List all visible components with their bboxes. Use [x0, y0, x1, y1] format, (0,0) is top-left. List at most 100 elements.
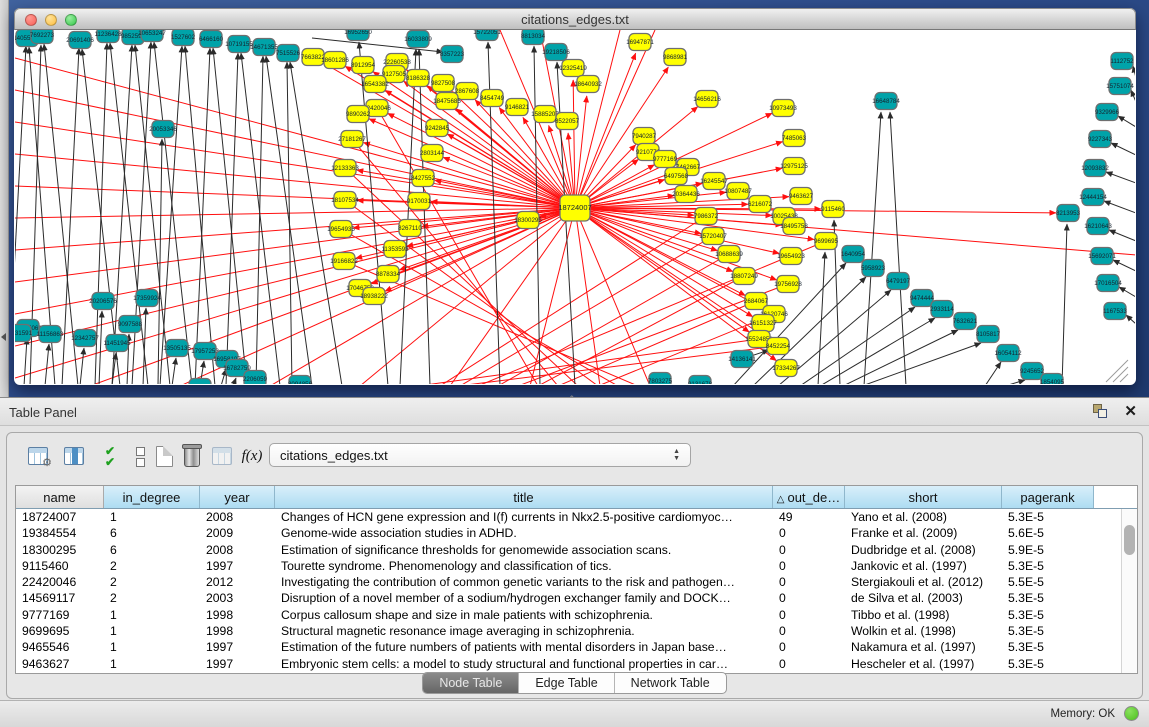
table-row[interactable]: 1830029562008Estimation of significance … [16, 542, 1121, 558]
column-chooser-icon[interactable] [61, 444, 87, 470]
graph-node-label: 15720407 [699, 233, 727, 240]
graph-node-label: 9777169 [653, 156, 678, 163]
table-cell: 1 [104, 509, 200, 525]
graph-node-label: 15751074 [1106, 83, 1134, 90]
column-header-indegree[interactable]: in_degree [104, 486, 200, 508]
import-table-icon [209, 444, 235, 470]
memory-status-label: Memory: OK [1050, 708, 1115, 720]
graph-node-label: 15692071 [1088, 253, 1116, 260]
table-row[interactable]: 977716911998Corpus callosum shape and si… [16, 607, 1121, 623]
tab-edge-table[interactable]: Edge Table [519, 673, 614, 693]
float-panel-icon[interactable] [1093, 404, 1109, 419]
table-panel-body: ⚙ ✔✔ f(x) citations_edges.txt ▲▼ namein_… [6, 432, 1143, 699]
network-desktop: citations_edges.txt 76638221860128689129… [0, 0, 1149, 397]
graph-node-label: 12325419 [559, 65, 587, 72]
table-row[interactable]: 1938455462009Genome-wide association stu… [16, 525, 1121, 541]
graph-node-label: 16245547 [700, 178, 728, 185]
delete-table-icon[interactable] [179, 444, 205, 470]
close-panel-icon[interactable]: ✕ [1124, 402, 1137, 420]
table-cell: 18724007 [16, 509, 104, 525]
graph-node-label: 12133363 [331, 165, 359, 172]
table-header-row: namein_degreeyeartitle△out_de…shortpager… [16, 486, 1137, 509]
column-header-outde[interactable]: △out_de… [773, 486, 845, 508]
window-title: citations_edges.txt [15, 12, 1135, 27]
graph-node-label: 18640932 [574, 81, 602, 88]
table-cell: Dudbridge et al. (2008) [845, 542, 1002, 558]
graph-node-label: 9127505 [382, 71, 407, 78]
table-cell: 2 [104, 558, 200, 574]
graph-node-label: 8878334 [376, 271, 401, 278]
graph-node-label: 3931591 [15, 330, 33, 337]
validate-columns-icon[interactable]: ✔✔ [97, 444, 123, 470]
scrollbar-thumb[interactable] [1124, 525, 1135, 555]
function-builder-icon[interactable]: f(x) [239, 444, 265, 470]
graph-node-label: 9699695 [814, 238, 839, 245]
table-row[interactable]: 1456911722003Disruption of a novel membe… [16, 590, 1121, 606]
graph-node-label: 10807487 [724, 188, 752, 195]
column-header-title[interactable]: title [275, 486, 773, 508]
table-cell: 2008 [200, 542, 275, 558]
graph-node-label: 18938222 [360, 293, 388, 300]
column-header-year[interactable]: year [200, 486, 275, 508]
table-row[interactable]: 969969511998Structural magnetic resonanc… [16, 623, 1121, 639]
table-cell: 19384554 [16, 525, 104, 541]
panel-collapse-arrow[interactable] [1, 333, 6, 341]
table-cell: Stergiakouli et al. (2012) [845, 574, 1002, 590]
graph-node-label: 8094856 [288, 381, 313, 384]
graph-node-label: 1112752 [1110, 58, 1134, 65]
table-cell: 1 [104, 639, 200, 655]
graph-node-label: 10719155 [225, 41, 253, 48]
graph-node-label: 16210643 [1084, 223, 1112, 230]
window-titlebar[interactable]: citations_edges.txt [14, 8, 1136, 30]
graph-node-label: 18300295 [514, 217, 542, 224]
graph-node-label: 18724007 [558, 203, 591, 212]
table-cell: 22420046 [16, 574, 104, 590]
table-scrollbar[interactable] [1121, 509, 1137, 673]
table-cell: 2008 [200, 509, 275, 525]
graph-node-label: 13505135 [163, 345, 191, 352]
column-header-name[interactable]: name [16, 486, 104, 508]
graph-node-label: 17016504 [1094, 280, 1122, 287]
graph-node-label: 8357223 [440, 51, 465, 58]
graph-node-label: 16947871 [626, 39, 654, 46]
new-table-icon[interactable] [151, 444, 177, 470]
table-row[interactable]: 1872400712008Changes of HCN gene express… [16, 509, 1121, 525]
tab-network-table[interactable]: Network Table [615, 673, 726, 693]
table-cell: 5.3E-5 [1002, 639, 1094, 655]
graph-node-label: 10688639 [715, 251, 743, 258]
table-panel-header: ⌃ Table Panel ✕ [0, 398, 1149, 426]
table-row[interactable]: 2242004622012Investigating the contribut… [16, 574, 1121, 590]
table-cell: Wolkin et al. (1998) [845, 623, 1002, 639]
table-select-dropdown[interactable]: citations_edges.txt ▲▼ [269, 443, 691, 467]
graph-node-label: 6479197 [886, 278, 911, 285]
network-canvas[interactable]: 7663822186012868912954222605389127505165… [15, 30, 1135, 384]
table-cell: Estimation of significance thresholds fo… [275, 542, 773, 558]
graph-node-label: 7515526 [276, 50, 301, 57]
graph-node-label: 7986372 [694, 213, 719, 220]
table-row[interactable]: 946554611997Estimation of the future num… [16, 639, 1121, 655]
column-header-pagerank[interactable]: pagerank [1002, 486, 1094, 508]
graph-node-label: 1167533 [1103, 308, 1127, 315]
memory-status-icon[interactable] [1124, 706, 1139, 721]
splitter-handle[interactable]: ⌃ [568, 396, 578, 402]
graph-node-label: 9146821 [505, 104, 530, 111]
graph-node-label: 19756928 [774, 281, 802, 288]
table-settings-icon[interactable]: ⚙ [25, 444, 51, 470]
table-row[interactable]: 911546021997Tourette syndrome. Phenomeno… [16, 558, 1121, 574]
table-cell: 0 [773, 623, 845, 639]
table-row[interactable]: 946362711997Embryonic stem cells: a mode… [16, 656, 1121, 672]
graph-node-label: 9115460 [821, 206, 845, 213]
graph-node-label: 8454749 [480, 95, 505, 102]
graph-node-label: 19654923 [777, 253, 805, 260]
row-height-icon[interactable] [127, 444, 153, 470]
graph-node-label: 9827508 [431, 80, 456, 87]
table-body: 1872400712008Changes of HCN gene express… [16, 509, 1121, 673]
table-cell: 5.3E-5 [1002, 607, 1094, 623]
graph-node-label: 9463627 [789, 193, 814, 200]
column-header-short[interactable]: short [845, 486, 1002, 508]
table-panel-title: Table Panel [9, 405, 77, 420]
graph-node-label: 15885207 [531, 111, 559, 118]
graph-node-label: 20053346 [149, 126, 177, 133]
tab-node-table[interactable]: Node Table [423, 673, 519, 693]
table-cell: Tourette syndrome. Phenomenology and cla… [275, 558, 773, 574]
